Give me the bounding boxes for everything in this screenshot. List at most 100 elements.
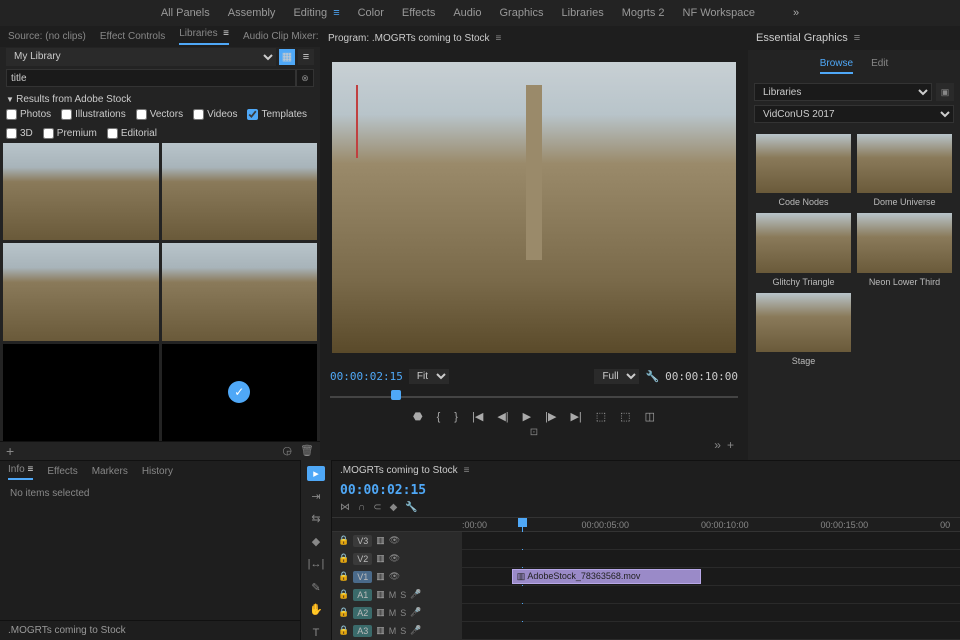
stock-thumb[interactable] (162, 143, 318, 240)
track-header-v2[interactable]: 🔒V2▥👁 (332, 550, 462, 567)
workspace-editing[interactable]: Editing ≡ (293, 7, 339, 19)
workspace-assembly[interactable]: Assembly (228, 7, 276, 19)
trash-icon[interactable]: 🗑 (300, 444, 314, 457)
go-to-in-icon[interactable]: |◀ (472, 410, 483, 423)
export-frame-icon[interactable]: ◫ (645, 410, 655, 423)
sync-icon[interactable]: ◶ (282, 444, 292, 457)
snap-icon[interactable]: ⋈ (340, 502, 350, 513)
eg-item-glitchy-triangle[interactable]: Glitchy Triangle (756, 213, 851, 286)
resolution-select[interactable]: Full (594, 369, 639, 384)
program-monitor[interactable] (320, 50, 748, 365)
tab-libraries[interactable]: Libraries ≡ (179, 28, 229, 45)
track-header-a2[interactable]: 🔒A2▥MS🎤 (332, 604, 462, 621)
filter-templates[interactable]: Templates (247, 109, 307, 120)
lift-icon[interactable]: ⬚ (596, 410, 606, 423)
workspace-graphics[interactable]: Graphics (499, 7, 543, 19)
transport-controls: ⬣ { } |◀ ◀| ▶ |▶ ▶| ⬚ ⬚ ◫ (330, 410, 738, 423)
workspace-effects[interactable]: Effects (402, 7, 435, 19)
panel-menu-icon[interactable]: ≡ (496, 33, 502, 44)
add-button[interactable]: + (6, 443, 14, 459)
timeline-clip[interactable]: ▥ AdobeStock_78363568.mov (512, 569, 701, 584)
settings-icon[interactable]: 🔧 (405, 502, 417, 513)
track-select-tool-icon[interactable]: ⇥ (307, 489, 325, 504)
filter-videos[interactable]: Videos (193, 109, 237, 120)
filter-photos[interactable]: Photos (6, 109, 51, 120)
selection-tool-icon[interactable]: ▸ (307, 466, 325, 481)
tab-info[interactable]: Info ≡ (8, 464, 33, 480)
track-header-v3[interactable]: 🔒V3▥👁 (332, 532, 462, 549)
pen-tool-icon[interactable]: ✎ (307, 580, 325, 595)
track-header-v1[interactable]: 🔒V1▥👁 (332, 568, 462, 585)
hand-tool-icon[interactable]: ✋ (307, 603, 325, 618)
program-duration: 00:00:10:00 (665, 370, 738, 383)
tab-history[interactable]: History (142, 466, 173, 477)
timeline-timecode[interactable]: 00:00:02:15 (340, 483, 426, 498)
eg-item-dome-universe[interactable]: Dome Universe (857, 134, 952, 207)
step-forward-icon[interactable]: |▶ (545, 410, 556, 423)
playhead-icon[interactable] (391, 390, 401, 400)
workspace-mogrts2[interactable]: Mogrts 2 (622, 7, 665, 19)
mark-in-icon[interactable]: ⬣ (413, 410, 423, 423)
tab-edit[interactable]: Edit (871, 58, 888, 74)
go-to-out-icon[interactable]: ▶| (570, 410, 581, 423)
eg-item-neon-lower-third[interactable]: Neon Lower Third (857, 213, 952, 286)
timeline-ruler[interactable]: :00:00 00:00:05:00 00:00:10:00 00:00:15:… (332, 517, 960, 532)
magnet-icon[interactable]: ∩ (358, 502, 365, 513)
tab-audio-clip-mixer[interactable]: Audio Clip Mixer: (243, 31, 319, 42)
eg-item-code-nodes[interactable]: Code Nodes (756, 134, 851, 207)
tab-source[interactable]: Source: (no clips) (8, 31, 86, 42)
stock-thumb[interactable] (3, 143, 159, 240)
workspace-libraries[interactable]: Libraries (562, 7, 604, 19)
program-scrubber[interactable] (330, 388, 738, 406)
play-icon[interactable]: ▶ (523, 410, 531, 423)
search-clear-icon[interactable]: ⊗ (296, 69, 314, 87)
button-editor-icon[interactable]: + (727, 438, 734, 452)
panel-menu-icon[interactable]: ≡ (854, 32, 860, 44)
tab-browse[interactable]: Browse (820, 58, 853, 74)
slip-tool-icon[interactable]: |↔| (307, 557, 325, 572)
filter-illustrations[interactable]: Illustrations (61, 109, 126, 120)
filter-premium[interactable]: Premium (43, 128, 97, 139)
track-header-a1[interactable]: 🔒A1▥MS🎤 (332, 586, 462, 603)
list-view-icon[interactable]: ≡ (298, 49, 314, 65)
mark-in-icon[interactable]: { (437, 411, 441, 423)
stock-thumb[interactable] (3, 344, 159, 441)
tab-effect-controls[interactable]: Effect Controls (100, 31, 165, 42)
eg-libraries-select[interactable]: Libraries (754, 83, 932, 101)
extract-icon[interactable]: ⬚ (620, 410, 630, 423)
stock-thumb[interactable]: ✓ (162, 344, 318, 441)
workspace-color[interactable]: Color (358, 7, 384, 19)
workspace-nf[interactable]: NF Workspace (683, 7, 756, 19)
type-tool-icon[interactable]: T (307, 625, 325, 640)
filter-vectors[interactable]: Vectors (136, 109, 183, 120)
linked-selection-icon[interactable]: ⊂ (373, 502, 381, 513)
stock-results-header[interactable]: Results from Adobe Stock (0, 90, 320, 109)
tab-markers[interactable]: Markers (92, 466, 128, 477)
step-back-icon[interactable]: ◀| (497, 410, 508, 423)
filter-3d[interactable]: 3D (6, 128, 33, 139)
grid-view-icon[interactable]: ▦ (279, 49, 295, 65)
zoom-fit-select[interactable]: Fit (409, 369, 449, 384)
safe-margins-icon[interactable]: ⊡ (330, 427, 738, 438)
workspace-audio[interactable]: Audio (453, 7, 481, 19)
search-input[interactable] (6, 69, 296, 87)
add-folder-icon[interactable]: ▣ (936, 83, 954, 101)
mark-out-icon[interactable]: } (454, 411, 458, 423)
stock-thumb[interactable] (3, 243, 159, 340)
overflow-icon[interactable]: » (714, 438, 721, 452)
track-header-a3[interactable]: 🔒A3▥MS🎤 (332, 622, 462, 639)
eg-sublibrary-select[interactable]: VidConUS 2017 (754, 105, 954, 123)
ripple-edit-tool-icon[interactable]: ⇆ (307, 512, 325, 527)
settings-icon[interactable]: 🔧 (645, 370, 659, 383)
filter-editorial[interactable]: Editorial (107, 128, 157, 139)
eg-item-stage[interactable]: Stage (756, 293, 851, 366)
program-timecode[interactable]: 00:00:02:15 (330, 370, 403, 383)
workspace-overflow-icon[interactable]: » (793, 7, 799, 19)
tab-effects[interactable]: Effects (47, 466, 77, 477)
stock-thumb[interactable] (162, 243, 318, 340)
razor-tool-icon[interactable]: ◆ (307, 534, 325, 549)
marker-icon[interactable]: ◆ (390, 502, 398, 513)
panel-menu-icon[interactable]: ≡ (464, 465, 470, 476)
workspace-all-panels[interactable]: All Panels (161, 7, 210, 19)
library-select[interactable]: My Library (6, 48, 276, 66)
